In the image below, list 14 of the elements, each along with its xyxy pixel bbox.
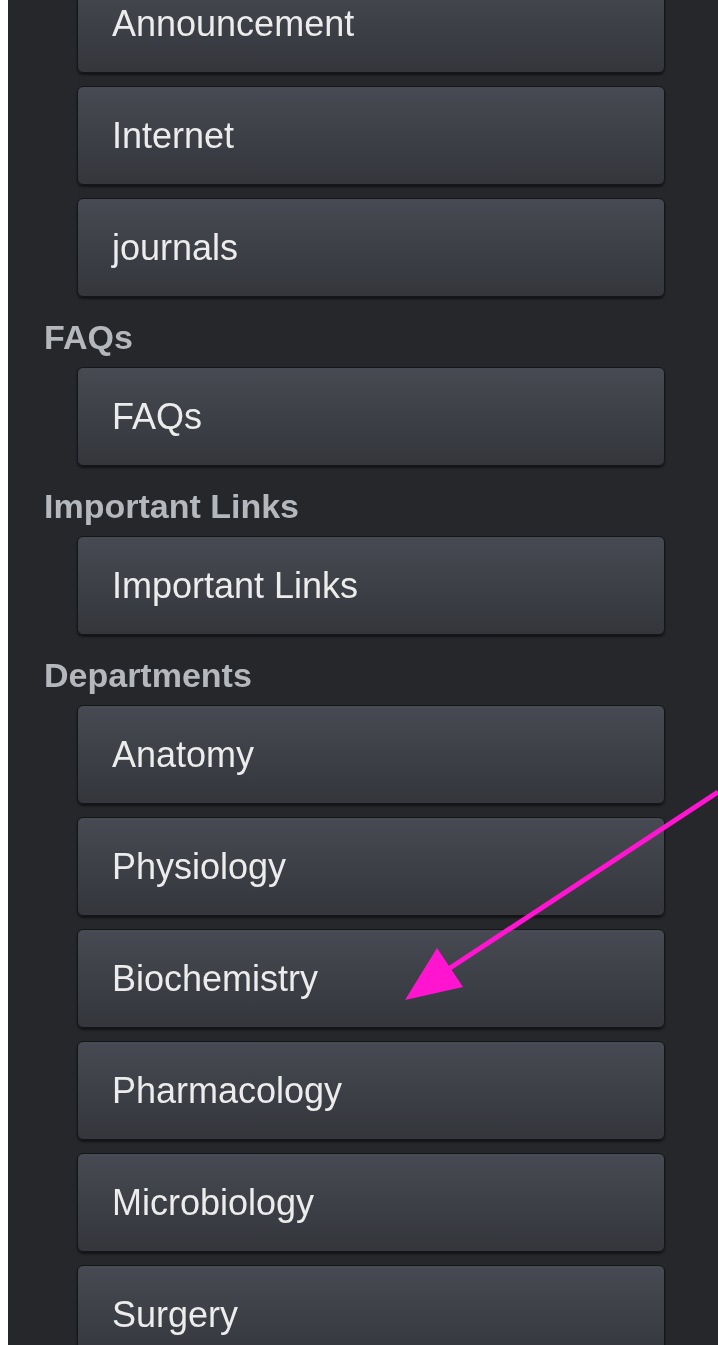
menu-item[interactable]: Pharmacology (77, 1041, 665, 1140)
menu-item[interactable]: Biochemistry (77, 929, 665, 1028)
menu-item[interactable]: Anatomy (77, 705, 665, 804)
section-heading: Departments (43, 655, 253, 696)
menu-item[interactable]: journals (77, 198, 665, 297)
menu-item[interactable]: Microbiology (77, 1153, 665, 1252)
menu-item[interactable]: Announcement (77, 0, 665, 73)
section-heading: Important Links (43, 486, 301, 527)
section-heading: FAQs (43, 317, 134, 358)
menu-item[interactable]: Internet (77, 86, 665, 185)
menu-item[interactable]: Important Links (77, 536, 665, 635)
menu-item[interactable]: Physiology (77, 817, 665, 916)
menu-item[interactable]: FAQs (77, 367, 665, 466)
menu-item[interactable]: Surgery (77, 1265, 665, 1345)
